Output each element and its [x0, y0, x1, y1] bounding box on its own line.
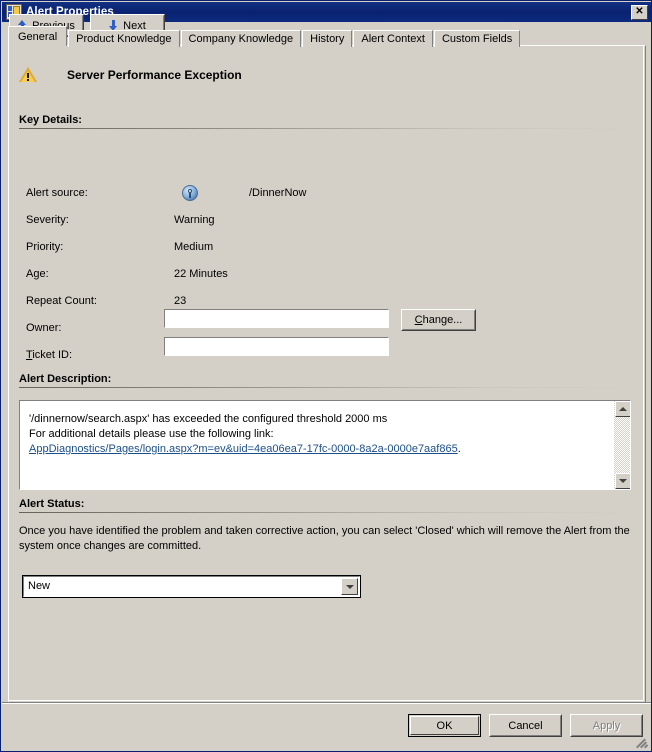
repeat-count-value: 23 [174, 295, 187, 307]
description-scrollbar[interactable] [613, 401, 630, 489]
cancel-button[interactable]: Cancel [489, 714, 562, 737]
scroll-up-icon[interactable] [615, 401, 630, 417]
ticket-id-label: Ticket ID: [26, 349, 73, 361]
priority-label: Priority: [26, 241, 64, 253]
tab-product-knowledge[interactable]: Product Knowledge [68, 30, 180, 47]
alert-description-text: '/dinnernow/search.aspx' has exceeded th… [29, 412, 608, 457]
alert-source-value: /DinnerNow [249, 187, 307, 199]
alert-status-selected-value: New [28, 580, 51, 592]
alert-status-title: Alert Status: [19, 498, 85, 510]
tab-bar: General Product Knowledge Company Knowle… [8, 26, 646, 47]
detail-row-age: Age: 22 Minutes [19, 265, 639, 292]
apply-button-label: Apply [592, 719, 621, 732]
detail-row-priority: Priority: Medium [19, 238, 639, 265]
ok-button-label: OK [436, 719, 453, 732]
age-value: 22 Minutes [174, 268, 228, 280]
ok-button[interactable]: OK [408, 714, 481, 737]
alert-description-rule [19, 387, 631, 388]
cancel-button-label: Cancel [508, 719, 543, 732]
alert-description-title: Alert Description: [19, 373, 112, 385]
tab-history[interactable]: History [302, 30, 353, 47]
alert-status-dropdown[interactable]: New [22, 575, 361, 598]
resize-grip[interactable] [636, 736, 649, 749]
alert-description-section-header: Alert Description: [19, 373, 631, 388]
description-line-2: For additional details please use the fo… [29, 428, 274, 440]
alert-source-icon [182, 185, 198, 201]
priority-value: Medium [174, 241, 214, 253]
alert-status-rule [19, 512, 631, 513]
alert-description-textbox[interactable]: '/dinnernow/search.aspx' has exceeded th… [18, 399, 632, 491]
close-icon[interactable]: ✕ [631, 4, 648, 20]
tab-general[interactable]: General [8, 26, 68, 46]
alert-status-help-text: Once you have identified the problem and… [19, 525, 630, 552]
key-details-title: Key Details: [19, 114, 82, 126]
alert-source-label: Alert source: [26, 187, 88, 199]
alert-header: Server Performance Exception [19, 66, 242, 83]
tab-company-knowledge[interactable]: Company Knowledge [180, 30, 302, 47]
repeat-count-label: Repeat Count: [26, 295, 97, 307]
alert-status-section-header: Alert Status: [19, 498, 631, 513]
tab-custom-fields[interactable]: Custom Fields [433, 30, 521, 47]
detail-row-alert-source: Alert source: /DinnerNow [19, 184, 639, 211]
general-tab-panel: Server Performance Exception Key Details… [8, 45, 646, 703]
general-tab-content: Server Performance Exception Key Details… [9, 46, 644, 701]
change-owner-button[interactable]: Change... [401, 309, 476, 331]
chevron-down-icon[interactable] [341, 578, 358, 595]
alert-properties-window: Alert Properties ✕ General Product Knowl… [0, 0, 652, 752]
severity-value: Warning [174, 214, 215, 226]
key-details-rule [19, 128, 631, 129]
alert-title: Server Performance Exception [67, 67, 242, 82]
scroll-down-icon[interactable] [615, 473, 630, 489]
apply-button: Apply [570, 714, 643, 737]
description-line-3: AppDiagnostics/Pages/login.aspx?m=ev&uid… [29, 443, 461, 455]
severity-label: Severity: [26, 214, 69, 226]
description-line-1: '/dinnernow/search.aspx' has exceeded th… [29, 413, 388, 425]
key-details-section-header: Key Details: [19, 114, 631, 129]
tab-alert-context[interactable]: Alert Context [353, 30, 433, 47]
age-label: Age: [26, 268, 49, 280]
owner-label: Owner: [26, 322, 62, 334]
detail-row-severity: Severity: Warning [19, 211, 639, 238]
diagnostics-link[interactable]: AppDiagnostics/Pages/login.aspx?m=ev&uid… [29, 443, 458, 455]
warning-triangle-icon [19, 66, 37, 83]
owner-input[interactable] [163, 308, 390, 329]
ticket-id-input[interactable] [163, 336, 390, 357]
